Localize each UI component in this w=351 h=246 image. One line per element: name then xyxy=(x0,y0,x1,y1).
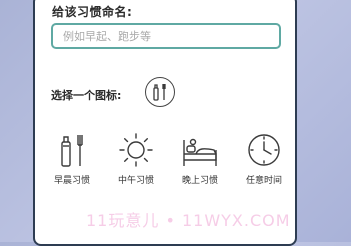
icon-option-label: 任意时间 xyxy=(245,176,282,186)
icon-option-label: 晚上习惯 xyxy=(181,176,218,186)
icon-picker-label: 选择一个图标: xyxy=(51,89,122,102)
icon-option-label: 早晨习惯 xyxy=(53,176,90,186)
icon-option-noon[interactable]: 中午习惯 xyxy=(107,132,165,186)
watermark-text: 11玩意儿 • 11WYX.COM xyxy=(86,211,291,230)
toothbrush-toothpaste-icon xyxy=(153,84,166,101)
icon-option-morning[interactable]: 早晨习惯 xyxy=(43,132,101,186)
icon-options: 早晨习惯 中午习惯 晚上习惯 任意时间 xyxy=(43,132,293,192)
sun-icon xyxy=(119,133,153,167)
toothbrush-toothpaste-icon xyxy=(61,135,83,167)
icon-option-label: 中午习惯 xyxy=(117,176,154,186)
habit-name-input[interactable] xyxy=(51,23,281,49)
bed-icon xyxy=(183,138,217,166)
icon-option-anytime[interactable]: 任意时间 xyxy=(235,132,293,186)
clock-icon xyxy=(248,134,280,166)
icon-option-evening[interactable]: 晚上习惯 xyxy=(171,132,229,186)
dialog-title: 给该习惯命名: xyxy=(52,5,133,19)
selected-icon-preview[interactable] xyxy=(145,77,175,107)
